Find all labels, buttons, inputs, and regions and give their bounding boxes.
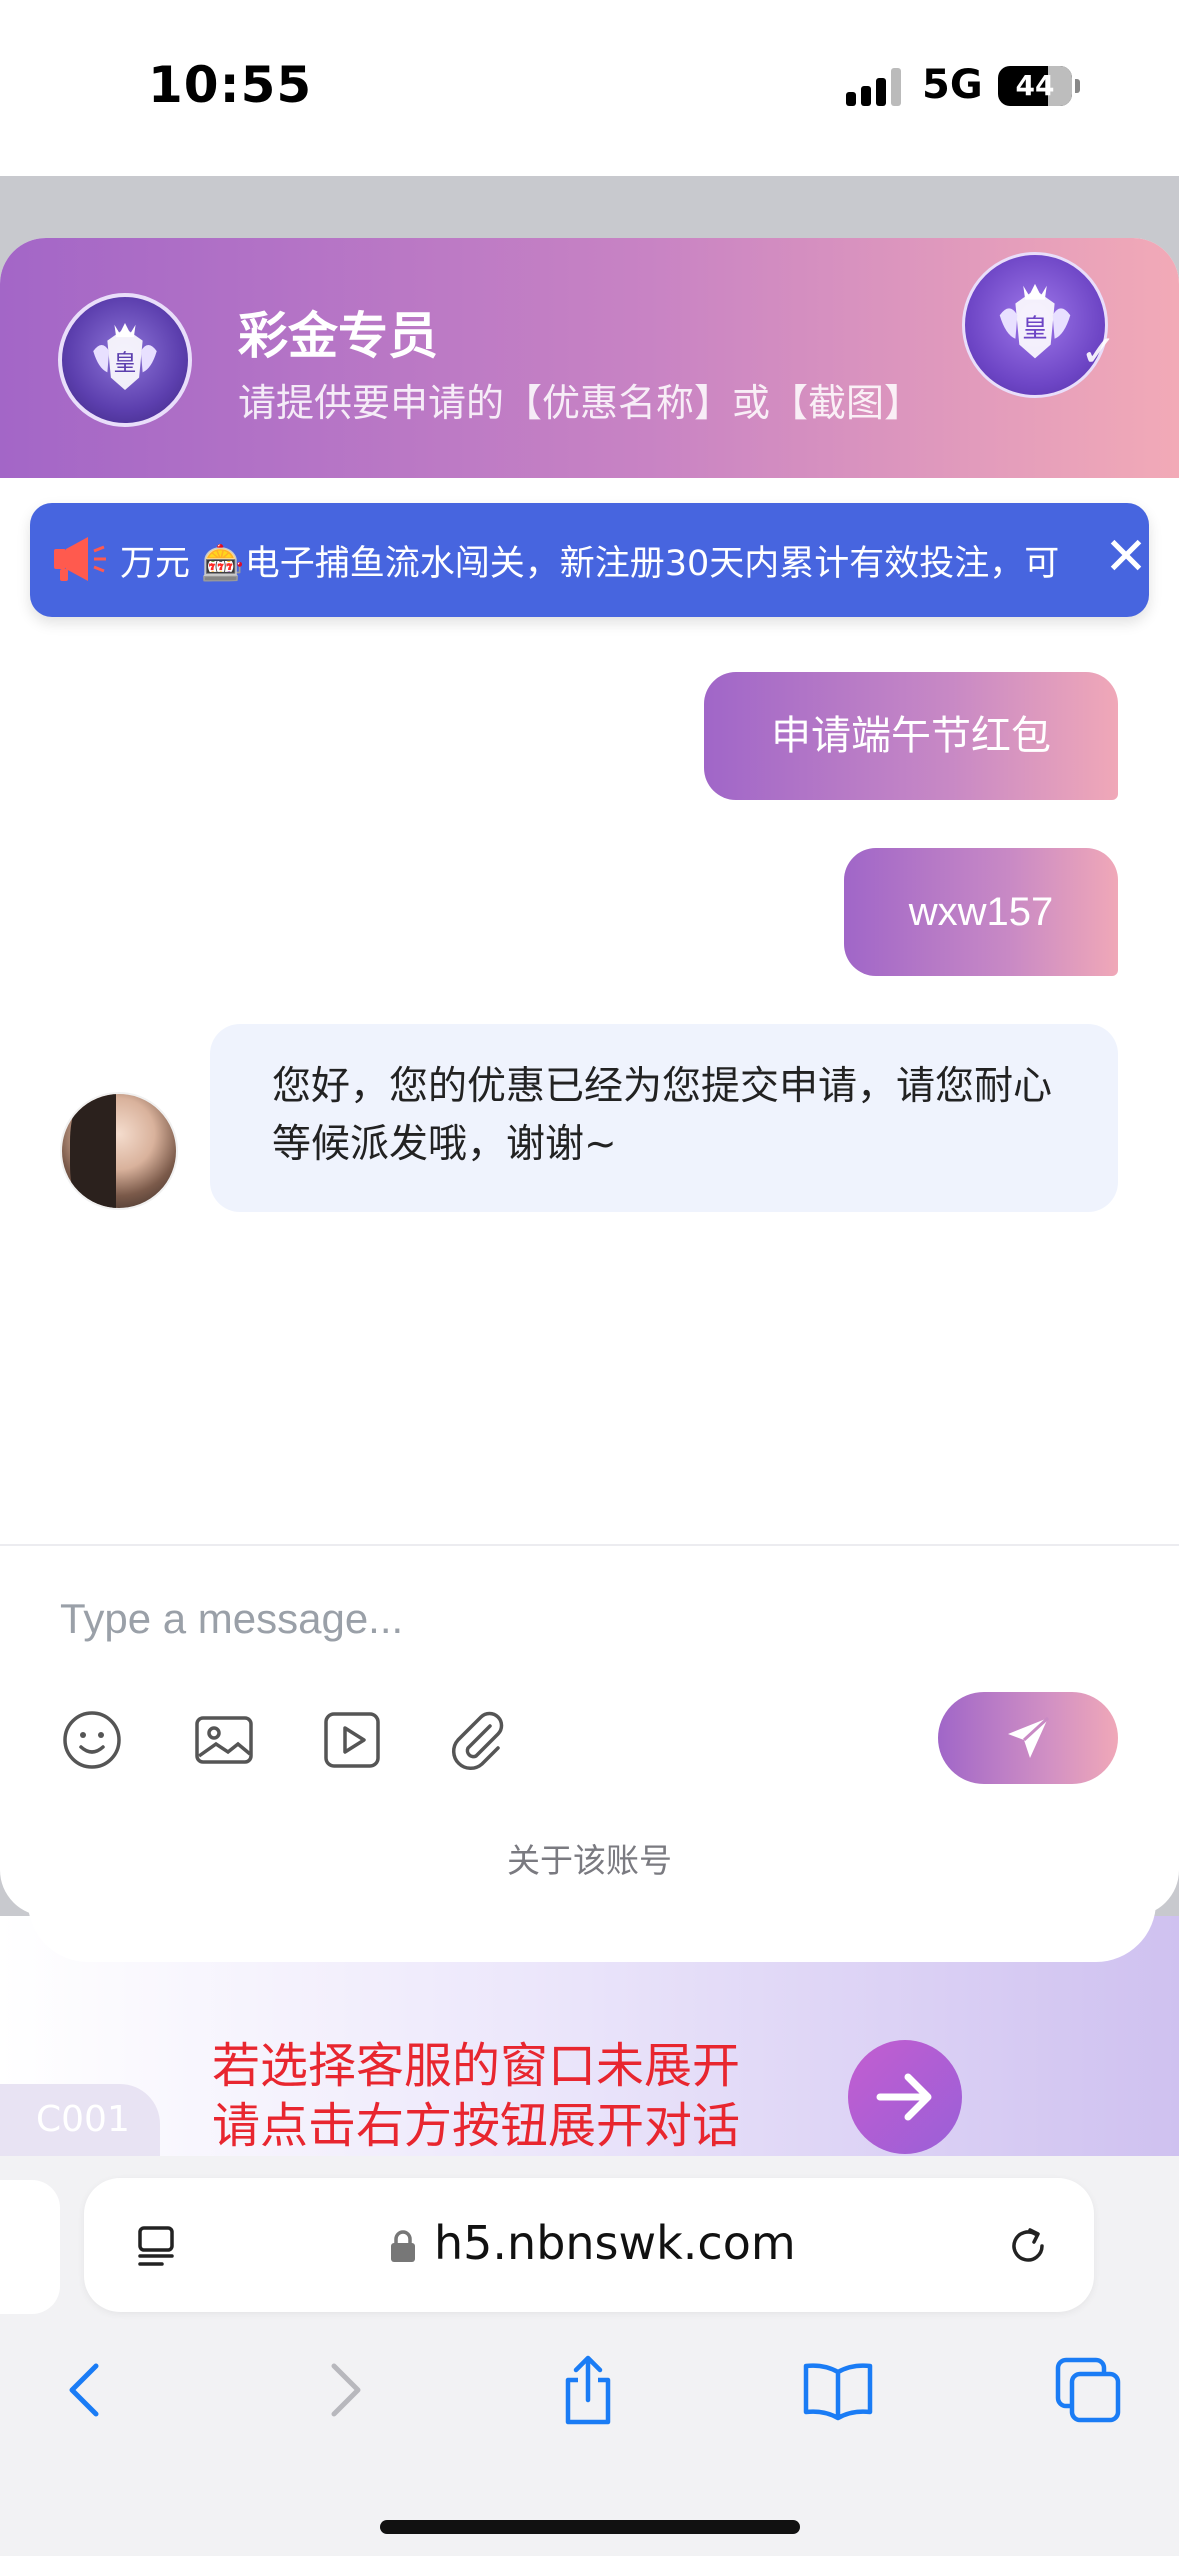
url-text: h5.nbnswk.com xyxy=(434,2216,796,2270)
svg-text:皇: 皇 xyxy=(1022,314,1047,344)
attachment-icon[interactable] xyxy=(446,1708,510,1772)
signal-icon xyxy=(846,68,902,106)
expand-chat-button[interactable] xyxy=(848,2040,962,2154)
home-indicator xyxy=(380,2520,800,2534)
lock-icon xyxy=(391,2230,415,2262)
notice-marquee-text: 万元 🎰电子捕鱼流水闯关，新注册30天内累计有效投注，可 xyxy=(120,544,1060,584)
banner-line-1: 若选择客服的窗口未展开 xyxy=(212,2038,741,2094)
collapse-chevron-icon[interactable]: ✓ xyxy=(1080,326,1117,377)
bookmarks-icon[interactable] xyxy=(800,2352,876,2428)
image-icon[interactable] xyxy=(192,1708,256,1772)
banner-text: 若选择客服的窗口未展开 请点击右方按钮展开对话 xyxy=(212,2036,740,2156)
browser-toolbar: h5.nbnswk.com xyxy=(0,2156,1179,2556)
user-message-bubble: 申请端午节红包 xyxy=(704,672,1118,800)
user-message-bubble: wxw157 xyxy=(844,848,1118,976)
agent-logo-avatar: 皇 xyxy=(58,293,192,427)
page-menu-icon[interactable] xyxy=(132,2222,180,2270)
tabs-icon[interactable] xyxy=(1050,2352,1126,2428)
reload-icon[interactable] xyxy=(1002,2220,1054,2272)
network-type: 5G xyxy=(922,62,983,108)
battery-icon: 44 xyxy=(998,66,1080,106)
forward-icon[interactable] xyxy=(304,2352,380,2428)
megaphone-icon xyxy=(54,537,106,581)
notice-bar[interactable]: 万元 🎰电子捕鱼流水闯关，新注册30天内累计有效投注，可 ✕ xyxy=(30,503,1149,617)
arrow-right-icon xyxy=(876,2073,932,2121)
battery-level: 44 xyxy=(1015,69,1055,102)
crest-icon: 皇 xyxy=(93,322,157,390)
chat-header: 皇 彩金专员 请提供要申请的【优惠名称】或【截图】 皇 ✓ xyxy=(0,238,1179,478)
message-input[interactable] xyxy=(60,1584,960,1654)
video-icon[interactable] xyxy=(320,1708,384,1772)
close-icon[interactable]: ✕ xyxy=(1094,525,1149,589)
crest-icon: 皇 xyxy=(999,283,1071,359)
agent-avatar xyxy=(60,1092,178,1210)
status-time: 10:55 xyxy=(148,56,313,114)
agent-message-bubble: 您好，您的优惠已经为您提交申请，请您耐心等候派发哦，谢谢~ xyxy=(210,1024,1118,1212)
address-bar[interactable]: h5.nbnswk.com xyxy=(84,2178,1094,2312)
emoji-icon[interactable] xyxy=(60,1708,124,1772)
chat-panel-bottom-edge xyxy=(28,1880,1156,1962)
chat-subtitle: 请提供要申请的【优惠名称】或【截图】 xyxy=(238,381,923,425)
send-button[interactable] xyxy=(938,1692,1118,1784)
status-bar: 10:55 5G 44 xyxy=(0,0,1179,176)
send-icon xyxy=(1008,1716,1050,1758)
previous-tab-peek[interactable] xyxy=(0,2180,60,2314)
about-account-link[interactable]: 关于该账号 xyxy=(0,1834,1179,1882)
chat-panel: 皇 彩金专员 请提供要申请的【优惠名称】或【截图】 皇 ✓ 万元 🎰电子捕鱼流水… xyxy=(0,238,1179,1916)
share-icon[interactable] xyxy=(550,2352,626,2428)
composer-divider xyxy=(0,1544,1179,1546)
back-icon[interactable] xyxy=(50,2352,126,2428)
banner-line-2: 请点击右方按钮展开对话 xyxy=(212,2098,741,2154)
code-tag: C001 xyxy=(0,2084,160,2156)
svg-text:皇: 皇 xyxy=(114,351,137,377)
chat-title: 彩金专员 xyxy=(238,307,438,365)
